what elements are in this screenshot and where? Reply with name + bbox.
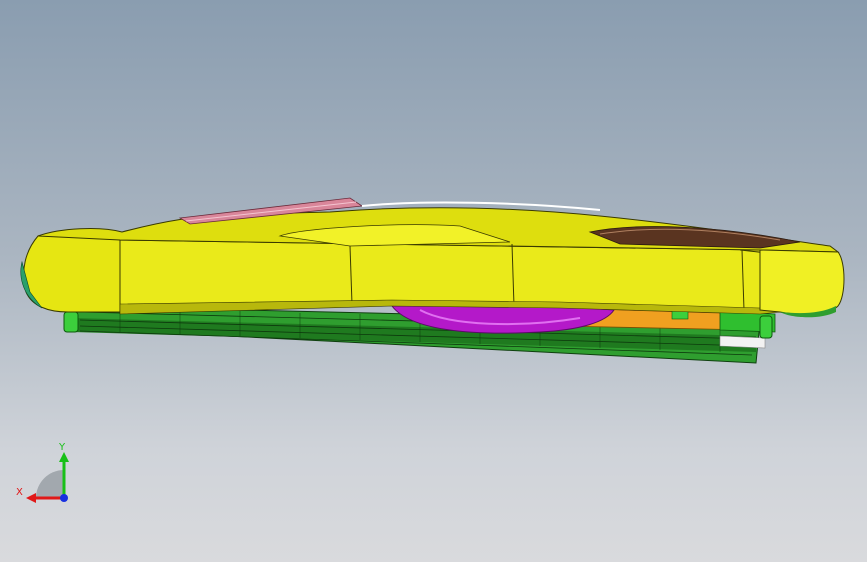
- coordinate-triad-icon: [26, 452, 69, 503]
- x-axis-label: X: [16, 487, 23, 498]
- coordinate-triad: X Y: [10, 440, 80, 510]
- cad-viewport[interactable]: X Y: [0, 0, 867, 562]
- 3d-model[interactable]: [0, 0, 867, 562]
- housing-shell[interactable]: [20, 207, 845, 318]
- y-axis-label: Y: [59, 442, 66, 453]
